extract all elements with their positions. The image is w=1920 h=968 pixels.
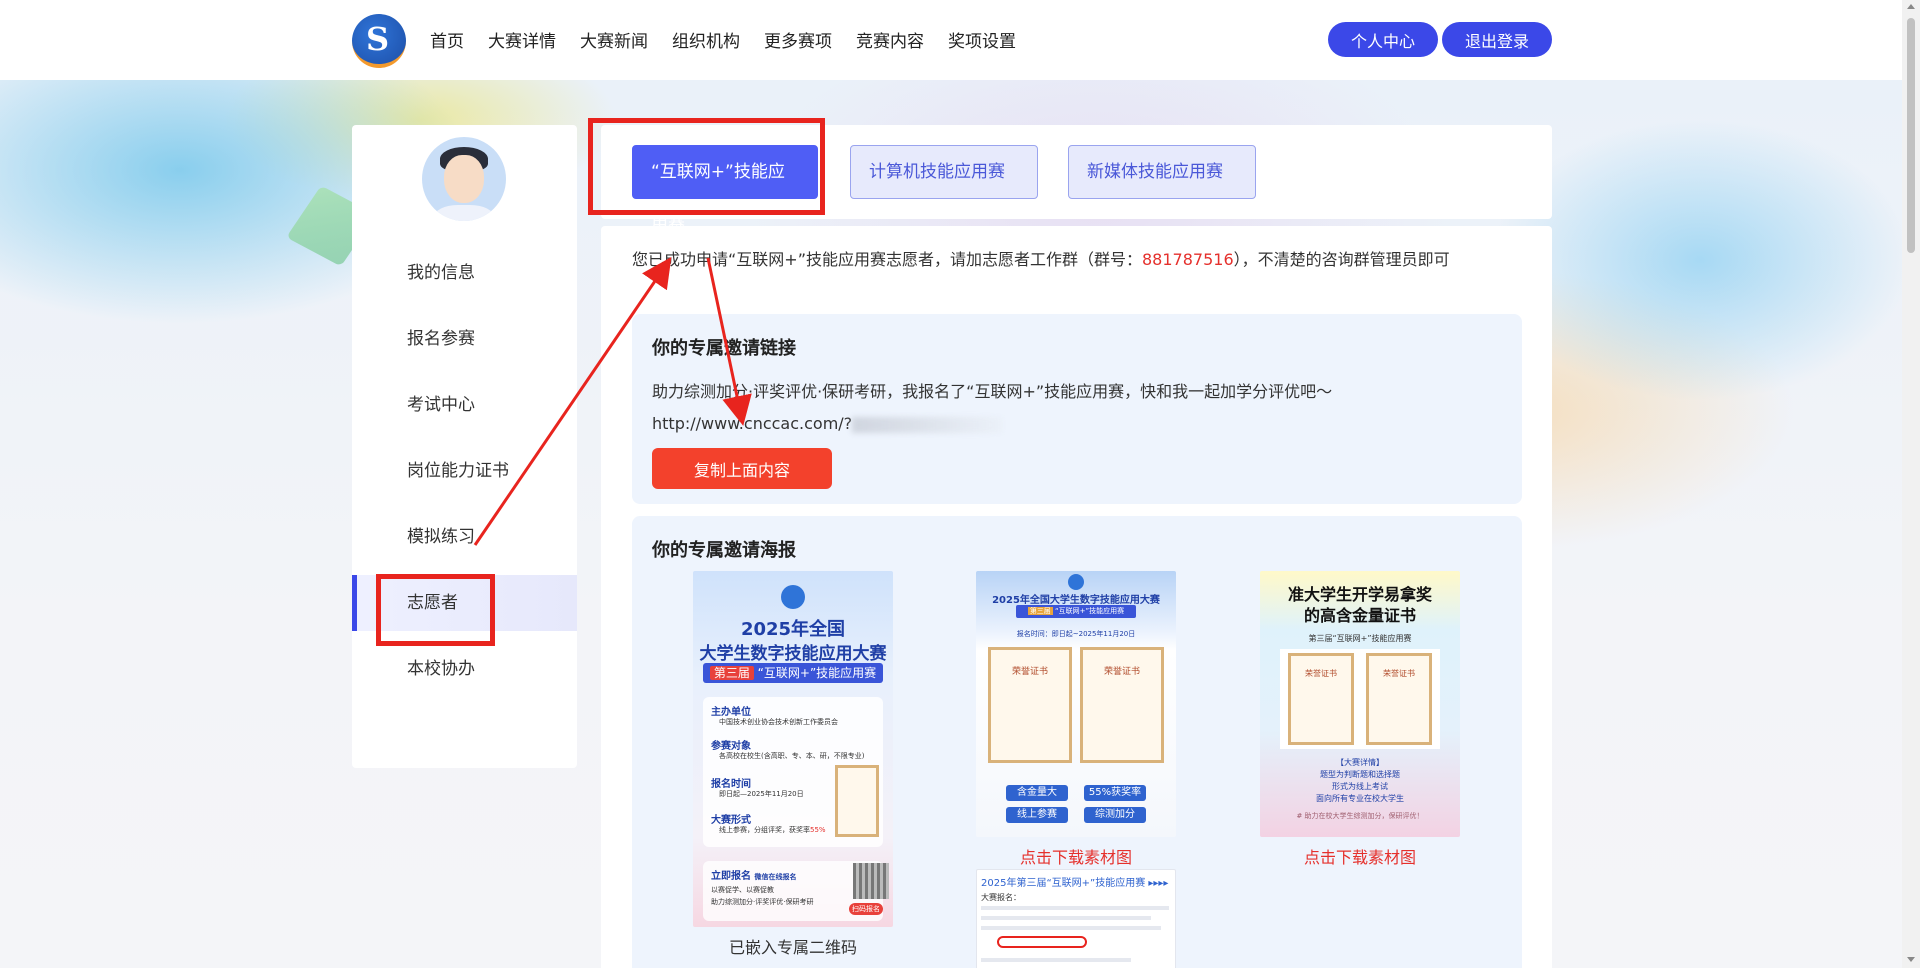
sidebar: 我的信息 报名参赛 考试中心 岗位能力证书 模拟练习 志愿者 本校协办 [352, 125, 577, 768]
tab-new-media[interactable]: 新媒体技能应用赛 [1068, 145, 1256, 199]
profile-center-button[interactable]: 个人中心 [1328, 22, 1438, 57]
download-poster-3-link[interactable]: 点击下载素材图 [1260, 844, 1460, 868]
nav-contest-news[interactable]: 大赛新闻 [580, 27, 648, 52]
sidebar-item-register[interactable]: 报名参赛 [352, 311, 577, 367]
annotation-highlight-tab [588, 118, 825, 215]
sidebar-item-school-co-host[interactable]: 本校协办 [352, 641, 577, 697]
group-number[interactable]: 881787516 [1142, 250, 1234, 269]
annotation-highlight-volunteer [376, 574, 495, 646]
poster-qr-embedded[interactable]: 2025年全国 大学生数字技能应用大赛 第三届 “互联网+”技能应用赛 主办单位… [693, 571, 893, 927]
blurred-link-suffix [852, 416, 1003, 433]
logo-icon: S [366, 20, 390, 58]
nav-awards[interactable]: 奖项设置 [948, 27, 1016, 52]
logout-button[interactable]: 退出登录 [1442, 22, 1552, 57]
sidebar-item-my-info[interactable]: 我的信息 [352, 245, 577, 301]
qr-code [853, 863, 889, 899]
nav-home[interactable]: 首页 [430, 27, 464, 52]
certificate-image: 荣誉证书 [1080, 647, 1164, 763]
invite-link-card: 你的专属邀请链接 助力综测加分·评奖评优·保研考研，我报名了“互联网+”技能应用… [632, 314, 1522, 504]
scroll-up-icon[interactable] [1907, 4, 1915, 9]
scrollbar-thumb[interactable] [1907, 18, 1915, 253]
certificate-image: 荣誉证书 [1288, 653, 1354, 745]
copy-content-button[interactable]: 复制上面内容 [652, 448, 832, 489]
page-scrollbar[interactable] [1902, 0, 1920, 968]
poster-certificate-download[interactable]: 2025年全国大学生数字技能应用大赛 第三届 “互联网+”技能应用赛 报名时间：… [976, 571, 1176, 837]
certificate-image: 荣誉证书 [988, 647, 1072, 763]
invite-link-text[interactable]: 助力综测加分·评奖评优·保研考研，我报名了“互联网+”技能应用赛，快和我一起加学… [652, 376, 1502, 440]
poster-certificate-thumb [835, 765, 879, 837]
poster-qr-caption: 已嵌入专属二维码 [728, 938, 857, 957]
volunteer-notice: 您已成功申请“互联网+”技能应用赛志愿者，请加志愿者工作群（群号：8817875… [632, 250, 1450, 269]
sidebar-item-practice[interactable]: 模拟练习 [352, 509, 577, 565]
invite-poster-title: 你的专属邀请海报 [652, 540, 796, 561]
main-nav: 首页 大赛详情 大赛新闻 组织机构 更多赛项 竞赛内容 奖项设置 [430, 27, 1016, 52]
nav-contest-details[interactable]: 大赛详情 [488, 27, 556, 52]
poster-freshman-download[interactable]: 准大学生开学易拿奖 的高含金量证书 第三届“互联网+”技能应用赛 荣誉证书 荣誉… [1260, 571, 1460, 837]
invite-link-url: http://www.cnccac.com/? [652, 414, 853, 433]
download-poster-2-link[interactable]: 点击下载素材图 [976, 844, 1176, 868]
top-header: S 首页 大赛详情 大赛新闻 组织机构 更多赛项 竞赛内容 奖项设置 个人中心 … [0, 0, 1902, 80]
poster-logo-icon [781, 585, 805, 609]
certificate-image: 荣誉证书 [1366, 653, 1432, 745]
scroll-down-icon[interactable] [1907, 957, 1915, 962]
poster-article-preview[interactable]: 2025年第三届“互联网+”技能应用赛 ▸▸▸▸ 大赛报名： [976, 869, 1176, 968]
avatar [422, 137, 506, 221]
nav-more-events[interactable]: 更多赛项 [764, 27, 832, 52]
site-logo[interactable]: S [352, 14, 406, 68]
nav-contest-content[interactable]: 竞赛内容 [856, 27, 924, 52]
nav-organization[interactable]: 组织机构 [672, 27, 740, 52]
sidebar-item-exam-center[interactable]: 考试中心 [352, 377, 577, 433]
invite-link-title: 你的专属邀请链接 [652, 338, 796, 359]
poster-logo-icon [1068, 574, 1084, 590]
invite-poster-card: 你的专属邀请海报 2025年全国 大学生数字技能应用大赛 第三届 “互联网+”技… [632, 516, 1522, 968]
tab-computer-skills[interactable]: 计算机技能应用赛 [850, 145, 1038, 199]
main-content: 您已成功申请“互联网+”技能应用赛志愿者，请加志愿者工作群（群号：8817875… [601, 226, 1552, 968]
sidebar-item-certificate[interactable]: 岗位能力证书 [352, 443, 577, 499]
